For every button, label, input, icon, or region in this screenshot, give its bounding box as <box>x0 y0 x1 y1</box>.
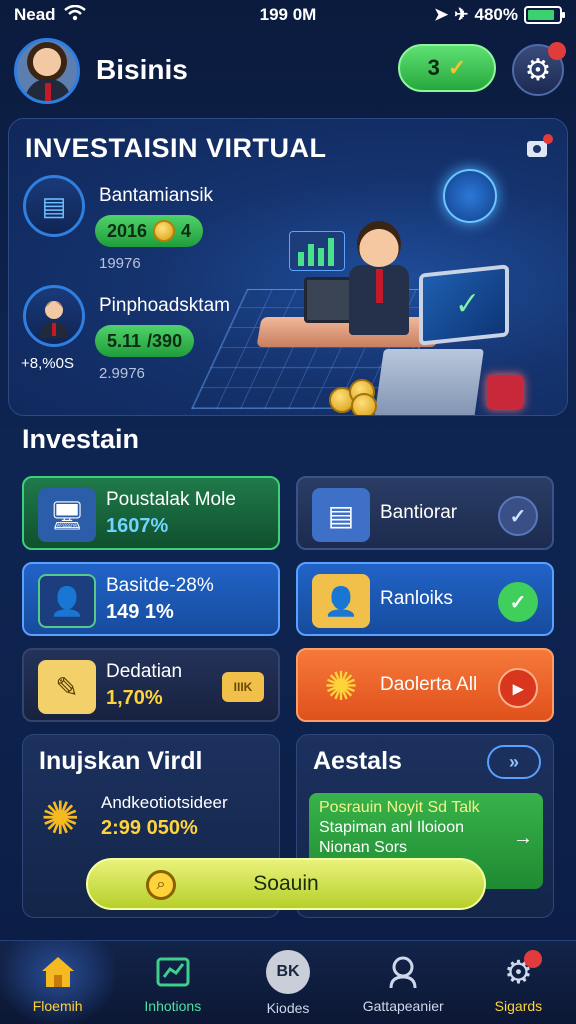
search-label: Soauin <box>253 872 319 895</box>
gear-icon: ⚙ <box>524 53 552 87</box>
nav-item-home[interactable]: Floemih <box>0 941 116 1024</box>
tile-title: Ranloiks <box>380 588 453 609</box>
bk-icon: BK <box>266 949 310 994</box>
tile-value: 1,70% <box>106 686 163 709</box>
nav-item-kiodes[interactable]: BK Kiodes <box>230 941 345 1024</box>
arrow-right-icon[interactable]: ▸ <box>498 668 538 708</box>
investor-avatar <box>23 285 85 347</box>
tile-value: 1607% <box>106 514 169 537</box>
hero-illustration <box>191 169 559 415</box>
tile-title: Basitde-28% <box>106 574 214 596</box>
stat-label: Bantamiansik <box>99 185 214 206</box>
avatar-coins-icon: 👤 <box>312 574 370 628</box>
stat-value-2: /390 <box>147 330 183 351</box>
stat-value-2: 4 <box>181 220 192 241</box>
tile-bantiorar[interactable]: ▤ Bantiorar ✓ <box>296 476 554 550</box>
notification-badge <box>524 949 543 968</box>
nav-label: Kiodes <box>266 999 310 1016</box>
tile-dedatian[interactable]: ✎ Dedatian 1,70% IIIK <box>22 648 280 722</box>
nav-label: Inhotions <box>144 997 202 1014</box>
coin-trend-icon: ✓ <box>447 55 467 80</box>
stat-sub: 19976 <box>99 255 141 272</box>
battery-percent: 480% <box>474 5 518 24</box>
signal-icon: ✈ <box>454 5 469 24</box>
coin-icon <box>153 220 176 242</box>
notification-icon[interactable] <box>523 133 553 163</box>
hero-title: INVESTAISIN VIRTUAL <box>25 133 327 163</box>
panel-item-value: 2:99 050% <box>101 817 198 839</box>
tile-badge: IIIK <box>222 672 264 702</box>
page-title: Bisinis <box>96 54 188 85</box>
tile-ranloiks[interactable]: 👤 Ranloiks ✓ <box>296 562 554 636</box>
home-icon <box>38 952 78 992</box>
wifi-icon <box>63 4 86 26</box>
document-icon: ▤ <box>312 488 370 542</box>
chart-icon <box>153 952 193 992</box>
tile-title: Poustalak Mole <box>106 488 236 510</box>
portfolio-icon: 🖥 <box>38 488 96 542</box>
search-icon: ⌕ <box>146 870 176 900</box>
stat-pill: 2016 4 <box>95 215 204 247</box>
app-header: Bisinis 3 ✓ ⚙ <box>0 34 576 114</box>
carrier-label: Nead <box>14 5 56 24</box>
tile-title: Bantiorar <box>380 502 458 523</box>
nav-item-inhotions[interactable]: Inhotions <box>115 941 230 1024</box>
gear-coin-icon: ✺ <box>324 665 358 709</box>
gear-icon: ⚙ <box>498 949 543 992</box>
status-bar: Nead 199 0M ➤ ✈ 480% <box>0 0 576 30</box>
check-icon[interactable]: ✓ <box>498 582 538 622</box>
stat-value: 5.11 <box>107 330 142 351</box>
tile-daolerta-all[interactable]: ✺ Daolerta All ▸ <box>296 648 554 722</box>
panel-title: Inujskan Virdl <box>39 747 203 775</box>
avatar[interactable] <box>14 38 80 104</box>
clock: 199 0M <box>259 5 317 24</box>
nav-label: Sigards <box>494 997 543 1014</box>
section-title: Investain <box>22 424 140 454</box>
gear-coin-icon: ✺ <box>41 792 80 844</box>
notepad-icon: ✎ <box>38 660 96 714</box>
promo-line: Stapiman anl Iloioon <box>319 819 464 836</box>
stat-pill: 5.11 /390 <box>95 325 195 357</box>
coins-button[interactable]: 3 ✓ <box>398 44 496 92</box>
ledger-icon: ▤ <box>23 175 85 237</box>
panel-item-label: Andkeotiotsideer <box>101 793 228 812</box>
nav-item-settings[interactable]: ⚙ Sigards <box>461 941 576 1024</box>
stat-change: +8,%0S <box>21 355 74 372</box>
bottom-nav: Floemih Inhotions BK Kiodes Gattapeanier… <box>0 940 576 1024</box>
more-button[interactable]: » <box>487 745 541 779</box>
nav-label: Gattapeanier <box>362 997 444 1014</box>
stat-sub: 2.9976 <box>99 365 145 382</box>
tile-basitde[interactable]: 👤 Basitde-28% 149 1% <box>22 562 280 636</box>
search-button[interactable]: ⌕ Soauin <box>86 858 486 910</box>
tile-title: Daolerta All <box>380 674 478 695</box>
nav-item-gattapeanier[interactable]: Gattapeanier <box>346 941 461 1024</box>
coins-count: 3 <box>427 55 440 80</box>
hero-card: INVESTAISIN VIRTUAL ▤ Bantamiansik 2016 … <box>8 118 568 416</box>
settings-button[interactable]: ⚙ <box>512 42 566 96</box>
check-icon[interactable]: ✓ <box>498 496 538 536</box>
tile-portfolio[interactable]: 🖥 Poustalak Mole 1607% <box>22 476 280 550</box>
panel-title: Aestals <box>313 747 402 775</box>
tile-title: Dedatian <box>106 660 183 682</box>
notification-badge <box>548 42 566 60</box>
location-icon: ➤ <box>434 5 449 24</box>
tile-value: 149 1% <box>106 600 174 623</box>
arrow-right-icon: → <box>513 827 533 849</box>
battery-icon <box>524 6 565 24</box>
promo-line: Posrauin Noyit Sd Talk <box>319 799 480 816</box>
profile-icon <box>383 952 423 992</box>
investor-icon: 👤 <box>38 574 96 628</box>
stat-value: 2016 <box>107 220 148 241</box>
nav-label: Floemih <box>32 997 83 1014</box>
promo-line: Nionan Sors <box>319 839 408 856</box>
